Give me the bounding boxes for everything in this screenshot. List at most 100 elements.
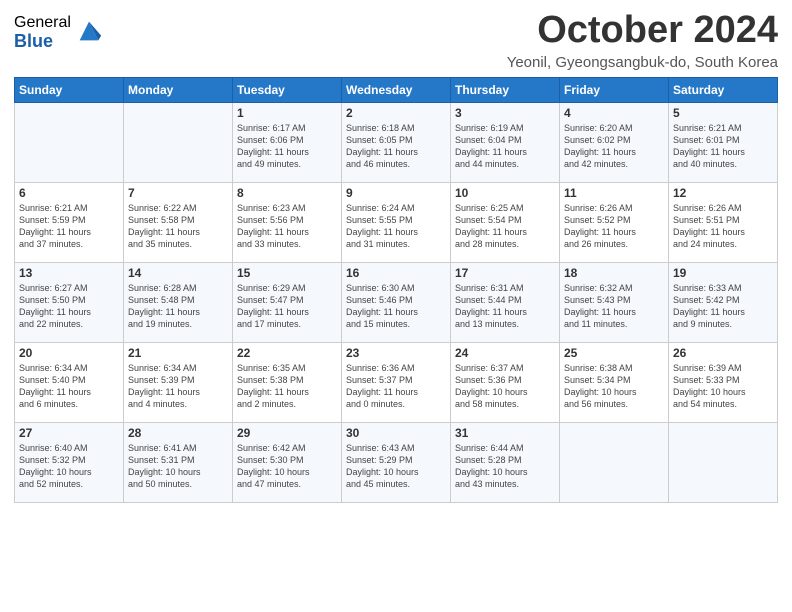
day-detail: Sunrise: 6:38 AM Sunset: 5:34 PM Dayligh… [564, 362, 664, 411]
day-number: 26 [673, 346, 773, 360]
calendar-day: 21 Sunrise: 6:34 AM Sunset: 5:39 PM Dayli… [124, 342, 233, 422]
calendar-day: 11Sunrise: 6:26 AM Sunset: 5:52 PM Dayli… [560, 182, 669, 262]
day-detail: Sunrise: 6:27 AM Sunset: 5:50 PM Dayligh… [19, 282, 119, 331]
col-tuesday: Tuesday [233, 77, 342, 102]
calendar-day: 27Sunrise: 6:40 AM Sunset: 5:32 PM Dayli… [15, 422, 124, 502]
day-number: 7 [128, 186, 228, 200]
calendar-day: 15 Sunrise: 6:29 AM Sunset: 5:47 PM Dayli… [233, 262, 342, 342]
day-number: 14 [128, 266, 228, 280]
day-detail: Sunrise: 6:18 AM Sunset: 6:05 PM Dayligh… [346, 122, 446, 171]
day-detail: Sunrise: 6:21 AM Sunset: 6:01 PM Dayligh… [673, 122, 773, 171]
col-monday: Monday [124, 77, 233, 102]
calendar-day [15, 102, 124, 182]
calendar-day: 8Sunrise: 6:23 AM Sunset: 5:56 PM Daylig… [233, 182, 342, 262]
calendar-week-1: 1Sunrise: 6:17 AM Sunset: 6:06 PM Daylig… [15, 102, 778, 182]
day-number: 22 [237, 346, 337, 360]
day-detail: Sunrise: 6:30 AM Sunset: 5:46 PM Dayligh… [346, 282, 446, 331]
logo-icon [75, 17, 103, 45]
calendar-day: 6 Sunrise: 6:21 AM Sunset: 5:59 PM Daylig… [15, 182, 124, 262]
calendar-day: 19 Sunrise: 6:33 AM Sunset: 5:42 PM Dayli… [669, 262, 778, 342]
day-detail: Sunrise: 6:35 AM Sunset: 5:38 PM Dayligh… [237, 362, 337, 411]
day-detail: Sunrise: 6:19 AM Sunset: 6:04 PM Dayligh… [455, 122, 555, 171]
day-detail: Sunrise: 6:17 AM Sunset: 6:06 PM Dayligh… [237, 122, 337, 171]
day-number: 8 [237, 186, 337, 200]
calendar-day: 12 Sunrise: 6:26 AM Sunset: 5:51 PM Dayli… [669, 182, 778, 262]
calendar-day [124, 102, 233, 182]
calendar-week-2: 6 Sunrise: 6:21 AM Sunset: 5:59 PM Daylig… [15, 182, 778, 262]
day-detail: Sunrise: 6:34 AM Sunset: 5:40 PM Dayligh… [19, 362, 119, 411]
calendar-day: 29 Sunrise: 6:42 AM Sunset: 5:30 PM Dayli… [233, 422, 342, 502]
calendar-day: 30Sunrise: 6:43 AM Sunset: 5:29 PM Dayli… [342, 422, 451, 502]
calendar-day: 9 Sunrise: 6:24 AM Sunset: 5:55 PM Daylig… [342, 182, 451, 262]
day-number: 31 [455, 426, 555, 440]
day-number: 23 [346, 346, 446, 360]
day-detail: Sunrise: 6:22 AM Sunset: 5:58 PM Dayligh… [128, 202, 228, 251]
day-number: 29 [237, 426, 337, 440]
day-number: 9 [346, 186, 446, 200]
day-detail: Sunrise: 6:31 AM Sunset: 5:44 PM Dayligh… [455, 282, 555, 331]
page-container: General Blue October 2024 Yeonil, Gyeong… [0, 0, 792, 511]
day-detail: Sunrise: 6:42 AM Sunset: 5:30 PM Dayligh… [237, 442, 337, 491]
calendar-day: 18 Sunrise: 6:32 AM Sunset: 5:43 PM Dayli… [560, 262, 669, 342]
day-number: 12 [673, 186, 773, 200]
calendar-day: 5Sunrise: 6:21 AM Sunset: 6:01 PM Daylig… [669, 102, 778, 182]
day-number: 27 [19, 426, 119, 440]
day-detail: Sunrise: 6:32 AM Sunset: 5:43 PM Dayligh… [564, 282, 664, 331]
day-detail: Sunrise: 6:21 AM Sunset: 5:59 PM Dayligh… [19, 202, 119, 251]
calendar-day: 1Sunrise: 6:17 AM Sunset: 6:06 PM Daylig… [233, 102, 342, 182]
day-detail: Sunrise: 6:24 AM Sunset: 5:55 PM Dayligh… [346, 202, 446, 251]
calendar-day: 23 Sunrise: 6:36 AM Sunset: 5:37 PM Dayli… [342, 342, 451, 422]
day-number: 3 [455, 106, 555, 120]
day-number: 18 [564, 266, 664, 280]
calendar-week-5: 27Sunrise: 6:40 AM Sunset: 5:32 PM Dayli… [15, 422, 778, 502]
calendar-day: 26 Sunrise: 6:39 AM Sunset: 5:33 PM Dayli… [669, 342, 778, 422]
day-detail: Sunrise: 6:36 AM Sunset: 5:37 PM Dayligh… [346, 362, 446, 411]
day-number: 19 [673, 266, 773, 280]
col-saturday: Saturday [669, 77, 778, 102]
calendar-day: 2 Sunrise: 6:18 AM Sunset: 6:05 PM Daylig… [342, 102, 451, 182]
day-number: 2 [346, 106, 446, 120]
calendar-day: 25 Sunrise: 6:38 AM Sunset: 5:34 PM Dayli… [560, 342, 669, 422]
day-detail: Sunrise: 6:44 AM Sunset: 5:28 PM Dayligh… [455, 442, 555, 491]
day-number: 24 [455, 346, 555, 360]
calendar-week-3: 13Sunrise: 6:27 AM Sunset: 5:50 PM Dayli… [15, 262, 778, 342]
calendar-day [560, 422, 669, 502]
calendar-day: 20 Sunrise: 6:34 AM Sunset: 5:40 PM Dayli… [15, 342, 124, 422]
day-detail: Sunrise: 6:37 AM Sunset: 5:36 PM Dayligh… [455, 362, 555, 411]
calendar-day: 31 Sunrise: 6:44 AM Sunset: 5:28 PM Dayli… [451, 422, 560, 502]
header-row: Sunday Monday Tuesday Wednesday Thursday… [15, 77, 778, 102]
day-detail: Sunrise: 6:29 AM Sunset: 5:47 PM Dayligh… [237, 282, 337, 331]
calendar-day: 7 Sunrise: 6:22 AM Sunset: 5:58 PM Daylig… [124, 182, 233, 262]
calendar-day: 28Sunrise: 6:41 AM Sunset: 5:31 PM Dayli… [124, 422, 233, 502]
calendar-day: 14Sunrise: 6:28 AM Sunset: 5:48 PM Dayli… [124, 262, 233, 342]
day-number: 10 [455, 186, 555, 200]
day-number: 25 [564, 346, 664, 360]
calendar-day: 10Sunrise: 6:25 AM Sunset: 5:54 PM Dayli… [451, 182, 560, 262]
day-number: 16 [346, 266, 446, 280]
day-number: 15 [237, 266, 337, 280]
title-section: October 2024 Yeonil, Gyeongsangbuk-do, S… [507, 10, 778, 71]
header: General Blue October 2024 Yeonil, Gyeong… [14, 10, 778, 71]
day-detail: Sunrise: 6:39 AM Sunset: 5:33 PM Dayligh… [673, 362, 773, 411]
calendar-day: 13Sunrise: 6:27 AM Sunset: 5:50 PM Dayli… [15, 262, 124, 342]
day-detail: Sunrise: 6:34 AM Sunset: 5:39 PM Dayligh… [128, 362, 228, 411]
subtitle: Yeonil, Gyeongsangbuk-do, South Korea [507, 54, 778, 71]
day-detail: Sunrise: 6:26 AM Sunset: 5:51 PM Dayligh… [673, 202, 773, 251]
calendar-day: 24 Sunrise: 6:37 AM Sunset: 5:36 PM Dayli… [451, 342, 560, 422]
day-number: 21 [128, 346, 228, 360]
calendar-table: Sunday Monday Tuesday Wednesday Thursday… [14, 77, 778, 503]
calendar-week-4: 20 Sunrise: 6:34 AM Sunset: 5:40 PM Dayli… [15, 342, 778, 422]
calendar-day: 4Sunrise: 6:20 AM Sunset: 6:02 PM Daylig… [560, 102, 669, 182]
col-thursday: Thursday [451, 77, 560, 102]
calendar-day: 17Sunrise: 6:31 AM Sunset: 5:44 PM Dayli… [451, 262, 560, 342]
day-number: 28 [128, 426, 228, 440]
day-number: 30 [346, 426, 446, 440]
calendar-day: 16 Sunrise: 6:30 AM Sunset: 5:46 PM Dayli… [342, 262, 451, 342]
col-friday: Friday [560, 77, 669, 102]
calendar-day: 3 Sunrise: 6:19 AM Sunset: 6:04 PM Daylig… [451, 102, 560, 182]
day-detail: Sunrise: 6:26 AM Sunset: 5:52 PM Dayligh… [564, 202, 664, 251]
day-number: 20 [19, 346, 119, 360]
calendar-day: 22 Sunrise: 6:35 AM Sunset: 5:38 PM Dayli… [233, 342, 342, 422]
day-number: 6 [19, 186, 119, 200]
day-detail: Sunrise: 6:33 AM Sunset: 5:42 PM Dayligh… [673, 282, 773, 331]
